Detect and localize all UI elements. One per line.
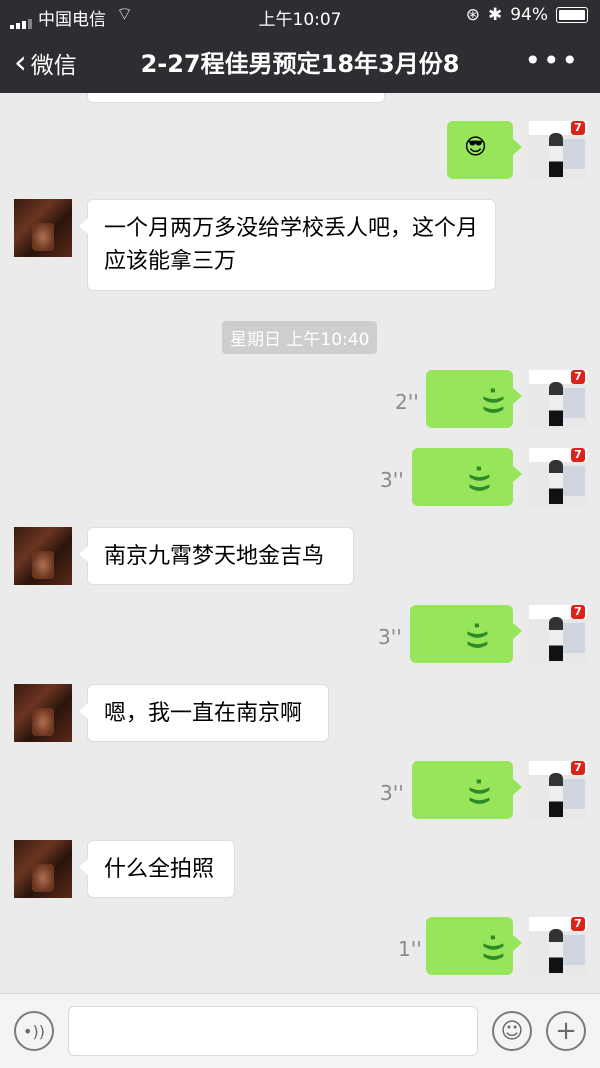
smiley-icon: ☺ [500,1018,524,1044]
emoji-button[interactable]: ☺ [492,1011,532,1051]
text-bubble[interactable]: 嗯，我一直在南京啊 [79,684,329,742]
voice-bubble[interactable]: ((· [412,761,522,819]
message-input[interactable] [68,1006,478,1056]
sound-wave-icon: ((· [467,777,493,806]
chat-title: 2-27程佳男预定18年3月份8 [140,50,460,78]
my-avatar[interactable]: 7 [529,448,587,506]
top-bar: 中国电信 ⌔ 上午10:07 ⊛ ✱ 94% ‹ 微信 2-27程佳男预定18年… [0,0,600,93]
sound-wave-icon: ((· [481,933,507,962]
my-avatar[interactable]: 7 [529,917,587,975]
voice-toggle-button[interactable]: •)) [14,1011,54,1051]
sound-wave-icon: •)) [23,1021,45,1041]
text-bubble[interactable]: 什么全拍照 [79,840,235,898]
cool-face-emoji: 😎 [464,135,487,160]
contact-avatar[interactable] [14,684,72,742]
input-bar: •)) ☺ + [0,993,600,1068]
more-button[interactable]: ••• [524,44,580,77]
back-label: 微信 [30,53,77,79]
my-avatar[interactable]: 7 [529,761,587,819]
plus-button[interactable]: + [546,1011,586,1051]
contact-avatar[interactable] [14,840,72,898]
bluetooth-icon: ✱ [487,5,503,25]
battery-icon [556,7,588,23]
voice-bubble[interactable]: ((· [426,370,522,428]
timestamp: 星期日 上午10:40 [222,321,378,354]
contact-avatar[interactable] [14,199,72,257]
voice-duration: 1'' [398,937,422,961]
back-button[interactable]: ‹ 微信 [14,43,77,82]
voice-duration: 2'' [395,390,419,414]
voice-duration: 3'' [380,468,404,492]
voice-bubble[interactable]: ((· [426,917,522,975]
sound-wave-icon: ((· [465,621,491,650]
sound-wave-icon: ((· [467,464,493,493]
voice-bubble[interactable]: ((· [412,448,522,506]
plus-icon: + [555,1016,577,1046]
chevron-left-icon: ‹ [14,43,27,81]
nav-bar: ‹ 微信 2-27程佳男预定18年3月份8 ••• [0,30,600,93]
message-list[interactable]: 😎 7 一个月两万多没给学校丢人吧，这个月应该能拿三万 星期日 上午10:40 … [0,93,600,993]
sound-wave-icon: ((· [481,386,507,415]
my-avatar[interactable]: 7 [529,605,587,663]
status-bar: 中国电信 ⌔ 上午10:07 ⊛ ✱ 94% [0,0,600,30]
my-avatar[interactable]: 7 [529,121,587,179]
contact-avatar[interactable] [14,527,72,585]
my-avatar[interactable]: 7 [529,370,587,428]
voice-bubble[interactable]: ((· [410,605,522,663]
emoji-bubble[interactable]: 😎 [447,121,522,179]
text-bubble[interactable]: 南京九霄梦天地金吉鸟 [79,527,354,585]
chat-screen: 中国电信 ⌔ 上午10:07 ⊛ ✱ 94% ‹ 微信 2-27程佳男预定18年… [0,0,600,1068]
cut-off-bubble [87,93,385,103]
lock-rotation-icon: ⊛ [465,5,480,25]
battery-percent: 94% [510,5,548,25]
voice-duration: 3'' [378,625,402,649]
voice-duration: 3'' [380,781,404,805]
text-bubble[interactable]: 一个月两万多没给学校丢人吧，这个月应该能拿三万 [79,199,496,291]
